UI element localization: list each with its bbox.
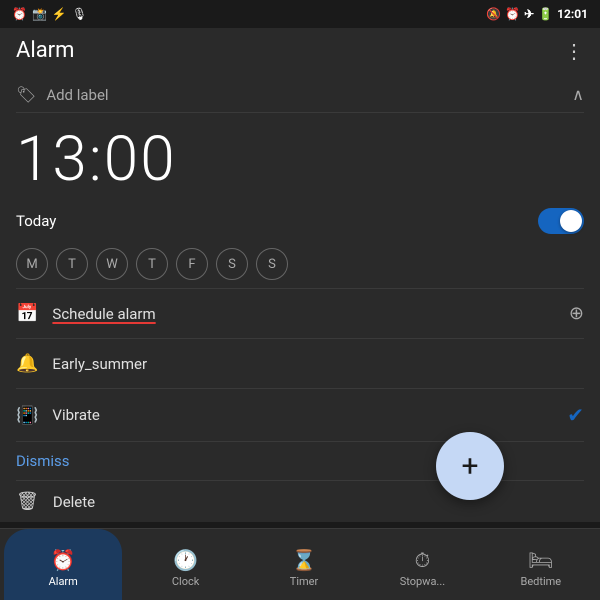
- status-left-icons: ⏰ 📸 ⚡ 🎙: [12, 7, 87, 21]
- menu-button[interactable]: ⋮: [564, 39, 584, 63]
- add-label-row[interactable]: 🏷 Add label ∧: [16, 73, 584, 113]
- page-title: Alarm: [16, 38, 74, 63]
- mic-status-icon: 🎙: [72, 7, 87, 21]
- schedule-alarm-left: 📅 Schedule alarm: [16, 303, 156, 324]
- timer-nav-label: Timer: [290, 575, 318, 588]
- day-saturday[interactable]: S: [216, 248, 248, 280]
- content-area: 🏷 Add label ∧ 13:00 Today M T W T F S S …: [0, 73, 600, 522]
- nav-clock[interactable]: 🕐 Clock: [126, 529, 244, 600]
- delete-label: Delete: [53, 493, 95, 511]
- vibrate-icon: 📳: [16, 405, 38, 426]
- bedtime-nav-icon: 🛏: [528, 548, 553, 572]
- status-right-icons: 🔕 ⏰ ✈ 🔋 12:01: [486, 7, 588, 21]
- schedule-alarm-row[interactable]: 📅 Schedule alarm ⊕: [16, 288, 584, 338]
- timer-nav-icon: ⌛: [292, 548, 317, 572]
- header: Alarm ⋮: [0, 28, 600, 73]
- bedtime-nav-label: Bedtime: [521, 575, 562, 588]
- day-monday[interactable]: M: [16, 248, 48, 280]
- alarm-status-icon: ⏰: [12, 7, 27, 21]
- day-wednesday[interactable]: W: [96, 248, 128, 280]
- day-sunday[interactable]: S: [256, 248, 288, 280]
- add-label-text: Add label: [46, 86, 108, 104]
- day-tuesday[interactable]: T: [56, 248, 88, 280]
- vibrate-label: Vibrate: [52, 406, 99, 424]
- nav-alarm[interactable]: ⏰ Alarm: [4, 529, 122, 600]
- delete-row[interactable]: 🗑 Delete: [16, 480, 584, 522]
- clock-nav-icon: 🕐: [173, 548, 198, 572]
- time-display[interactable]: 13:00: [16, 113, 584, 202]
- stopwatch-nav-icon: ⏱: [415, 548, 431, 572]
- airplane-icon: ✈: [524, 7, 534, 21]
- schedule-alarm-label: Schedule alarm: [52, 305, 155, 323]
- calendar-icon: 📅: [16, 303, 38, 324]
- battery-icon: 🔋: [538, 7, 553, 21]
- vibrate-row[interactable]: 📳 Vibrate ✔: [16, 388, 584, 441]
- today-label: Today: [16, 212, 56, 230]
- toggle-knob: [560, 210, 582, 232]
- ringtone-row[interactable]: 🔔 Early_summer: [16, 338, 584, 388]
- ringtone-left: 🔔 Early_summer: [16, 353, 147, 374]
- add-schedule-button[interactable]: ⊕: [569, 303, 584, 324]
- bottom-nav: ⏰ Alarm 🕐 Clock ⌛ Timer ⏱ Stopwa... 🛏 Be…: [0, 528, 600, 600]
- days-row: M T W T F S S: [16, 240, 584, 288]
- usb-status-icon: ⚡: [52, 7, 67, 21]
- ringtone-label: Early_summer: [52, 355, 147, 373]
- today-row: Today: [16, 202, 584, 240]
- fab-icon: +: [461, 449, 478, 484]
- vibrate-checkmark: ✔: [567, 403, 584, 427]
- day-thursday[interactable]: T: [136, 248, 168, 280]
- nav-stopwatch[interactable]: ⏱ Stopwa...: [363, 529, 481, 600]
- vibrate-left: 📳 Vibrate: [16, 405, 100, 426]
- fab-button[interactable]: +: [436, 432, 504, 500]
- nav-timer[interactable]: ⌛ Timer: [245, 529, 363, 600]
- dismiss-row: Dismiss +: [16, 441, 584, 480]
- day-friday[interactable]: F: [176, 248, 208, 280]
- mute-icon: 🔕: [486, 7, 501, 21]
- bell-icon: 🔔: [16, 353, 38, 374]
- today-toggle[interactable]: [538, 208, 584, 234]
- chevron-up-icon[interactable]: ∧: [572, 85, 584, 104]
- stopwatch-nav-label: Stopwa...: [400, 575, 445, 588]
- add-label-left: 🏷 Add label: [16, 85, 109, 104]
- clock-status-icon: ⏰: [505, 7, 520, 21]
- alarm-nav-label: Alarm: [49, 575, 78, 588]
- label-icon: 🏷: [16, 85, 36, 104]
- trash-icon: 🗑: [16, 491, 39, 512]
- dismiss-button[interactable]: Dismiss: [16, 452, 70, 470]
- clock-nav-label: Clock: [172, 575, 199, 588]
- camera-status-icon: 📸: [32, 7, 47, 21]
- status-time: 12:01: [557, 7, 588, 21]
- nav-bedtime[interactable]: 🛏 Bedtime: [482, 529, 600, 600]
- alarm-nav-icon: ⏰: [51, 548, 76, 572]
- status-bar: ⏰ 📸 ⚡ 🎙 🔕 ⏰ ✈ 🔋 12:01: [0, 0, 600, 28]
